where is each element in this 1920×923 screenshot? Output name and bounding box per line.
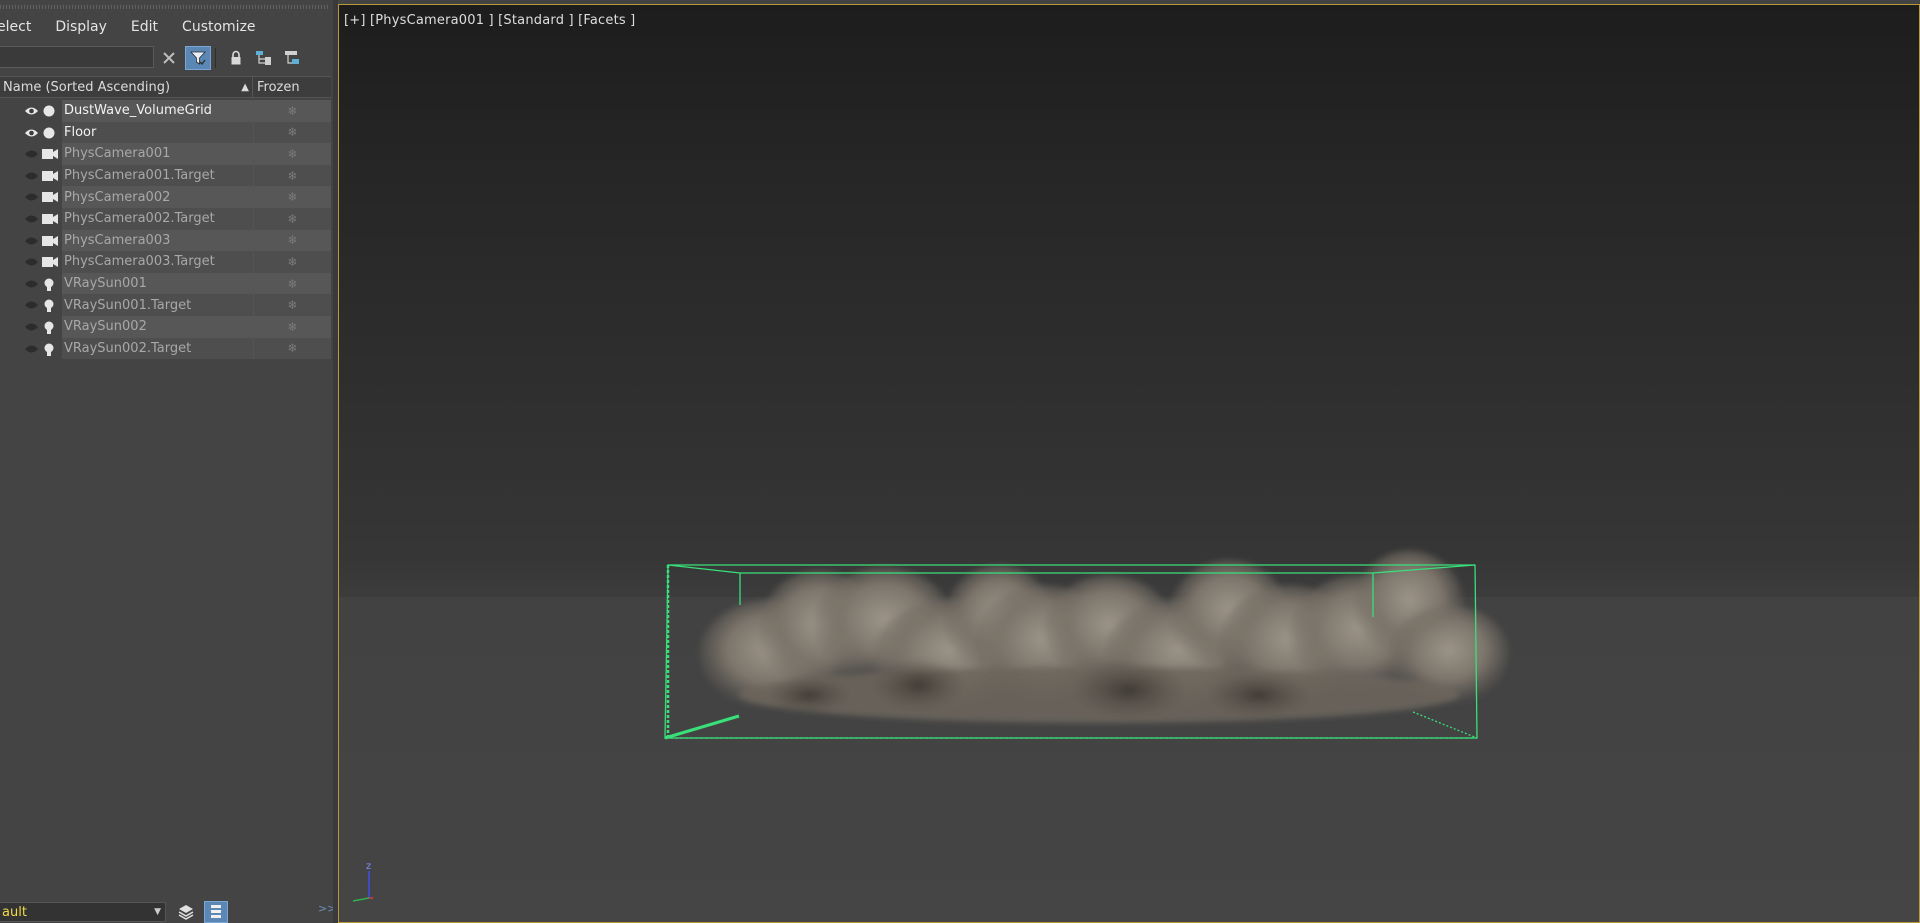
panel-drag-grip[interactable] bbox=[0, 5, 330, 9]
object-name[interactable]: DustWave_VolumeGrid bbox=[62, 100, 253, 122]
object-name[interactable]: VRaySun002.Target bbox=[62, 337, 253, 360]
hidden-eye-icon[interactable] bbox=[24, 148, 38, 158]
light-bulb-icon bbox=[41, 277, 57, 291]
object-row[interactable]: VRaySun001.Target ❄ bbox=[0, 294, 331, 316]
frozen-toggle-icon[interactable]: ❄ bbox=[253, 207, 331, 230]
chevron-down-icon: ▼ bbox=[154, 907, 161, 917]
close-icon bbox=[163, 52, 175, 64]
layers-icon bbox=[178, 905, 194, 920]
object-row[interactable]: PhysCamera001 ❄ bbox=[0, 143, 331, 165]
object-name[interactable]: VRaySun002 bbox=[62, 315, 253, 338]
object-row[interactable]: VRaySun002 ❄ bbox=[0, 315, 331, 338]
explorer-toolbar bbox=[0, 44, 333, 72]
object-name[interactable]: PhysCamera002 bbox=[62, 186, 253, 208]
object-name[interactable]: Floor bbox=[62, 121, 253, 144]
layer-tree-icon bbox=[285, 51, 299, 64]
lock-button[interactable] bbox=[223, 46, 249, 70]
hidden-eye-icon[interactable] bbox=[24, 256, 38, 266]
dust-volume-cloud bbox=[699, 550, 1509, 723]
menu-customize[interactable]: Customize bbox=[182, 19, 268, 35]
menu-edit[interactable]: Edit bbox=[131, 19, 182, 35]
frozen-toggle-icon[interactable]: ❄ bbox=[253, 121, 331, 144]
object-row[interactable]: PhysCamera003 ❄ bbox=[0, 229, 331, 252]
visibility-eye-icon[interactable] bbox=[24, 127, 38, 137]
camera-icon bbox=[41, 147, 58, 161]
filter-button[interactable] bbox=[185, 46, 211, 70]
object-name[interactable]: PhysCamera003.Target bbox=[62, 251, 253, 273]
object-row[interactable]: PhysCamera002.Target ❄ bbox=[0, 207, 331, 230]
name-column-header[interactable]: Name (Sorted Ascending) ▲ bbox=[0, 77, 253, 97]
hidden-eye-icon[interactable] bbox=[24, 191, 38, 201]
sphere-icon bbox=[41, 104, 57, 118]
hidden-eye-icon[interactable] bbox=[24, 343, 38, 353]
search-input[interactable] bbox=[0, 46, 154, 68]
menu-display[interactable]: Display bbox=[55, 19, 131, 35]
frozen-toggle-icon[interactable]: ❄ bbox=[253, 100, 331, 122]
object-name[interactable]: PhysCamera003 bbox=[62, 229, 253, 252]
object-name[interactable]: VRaySun001 bbox=[62, 272, 253, 295]
object-row[interactable]: PhysCamera003.Target ❄ bbox=[0, 251, 331, 273]
axis-z-label: z bbox=[366, 861, 371, 872]
hidden-eye-icon[interactable] bbox=[24, 299, 38, 309]
hidden-eye-icon[interactable] bbox=[24, 235, 38, 245]
frozen-toggle-icon[interactable]: ❄ bbox=[253, 186, 331, 208]
object-list: DustWave_VolumeGrid ❄ Floor ❄ PhysCamera001 ❄… bbox=[0, 100, 331, 360]
hierarchy-list-icon bbox=[211, 905, 221, 918]
sort-by-hierarchy-button[interactable] bbox=[204, 901, 228, 923]
light-bulb-icon bbox=[41, 298, 57, 313]
name-column-label: Name (Sorted Ascending) bbox=[3, 79, 171, 95]
layer-hierarchy-button[interactable] bbox=[279, 46, 305, 70]
column-header: Name (Sorted Ascending) ▲ Frozen bbox=[0, 76, 331, 98]
camera-icon bbox=[41, 234, 58, 248]
light-bulb-icon bbox=[41, 342, 57, 356]
axis-tripod-gizmo: z bbox=[352, 861, 373, 902]
frozen-toggle-icon[interactable]: ❄ bbox=[253, 229, 331, 252]
hidden-eye-icon[interactable] bbox=[24, 213, 38, 223]
hidden-eye-icon[interactable] bbox=[24, 170, 38, 180]
hidden-eye-icon[interactable] bbox=[24, 321, 38, 331]
camera-icon bbox=[41, 255, 58, 269]
visibility-eye-icon[interactable] bbox=[24, 105, 38, 115]
frozen-toggle-icon[interactable]: ❄ bbox=[253, 272, 331, 295]
object-name[interactable]: PhysCamera001.Target bbox=[62, 164, 253, 187]
frozen-toggle-icon[interactable]: ❄ bbox=[253, 294, 331, 316]
object-name[interactable]: PhysCamera001 bbox=[62, 143, 253, 165]
menu-select[interactable]: elect bbox=[0, 19, 55, 35]
camera-icon bbox=[41, 190, 58, 204]
object-row[interactable]: Floor ❄ bbox=[0, 121, 331, 144]
object-row[interactable]: PhysCamera001.Target ❄ bbox=[0, 164, 331, 187]
clear-search-button[interactable] bbox=[156, 46, 182, 70]
object-name[interactable]: PhysCamera002.Target bbox=[62, 207, 253, 230]
funnel-filter-icon bbox=[190, 51, 206, 65]
camera-icon bbox=[41, 169, 58, 183]
frozen-toggle-icon[interactable]: ❄ bbox=[253, 164, 331, 187]
object-row[interactable]: PhysCamera002 ❄ bbox=[0, 186, 331, 208]
sort-ascending-icon: ▲ bbox=[241, 81, 249, 93]
object-name[interactable]: VRaySun001.Target bbox=[62, 294, 253, 316]
light-bulb-icon bbox=[41, 320, 57, 334]
app-root: elect Display Edit Customize Name (Sorte… bbox=[0, 0, 1920, 923]
frozen-toggle-icon[interactable]: ❄ bbox=[253, 251, 331, 273]
frozen-toggle-icon[interactable]: ❄ bbox=[253, 315, 331, 338]
hierarchy-button[interactable] bbox=[251, 46, 277, 70]
viewport-scene: z bbox=[352, 550, 1509, 902]
object-row[interactable]: DustWave_VolumeGrid ❄ bbox=[0, 100, 331, 122]
scene-explorer-panel: elect Display Edit Customize Name (Sorte… bbox=[0, 0, 336, 923]
frozen-toggle-icon[interactable]: ❄ bbox=[253, 143, 331, 165]
hierarchy-tree-icon bbox=[256, 51, 271, 65]
frozen-column-header[interactable]: Frozen bbox=[253, 80, 300, 95]
object-row[interactable]: VRaySun001 ❄ bbox=[0, 272, 331, 295]
lock-icon bbox=[231, 50, 241, 65]
camera-icon bbox=[41, 212, 58, 226]
perspective-viewport[interactable]: [+] [PhysCamera001 ] [Standard ] [Facets… bbox=[338, 4, 1920, 923]
sort-by-layer-button[interactable] bbox=[174, 901, 198, 923]
hidden-eye-icon[interactable] bbox=[24, 278, 38, 288]
sphere-icon bbox=[41, 126, 57, 140]
layer-dropdown[interactable]: ault ▼ bbox=[0, 902, 166, 922]
explorer-menu-bar: elect Display Edit Customize bbox=[0, 14, 268, 40]
frozen-toggle-icon[interactable]: ❄ bbox=[253, 337, 331, 360]
object-row[interactable]: VRaySun002.Target ❄ bbox=[0, 337, 331, 360]
layer-dropdown-value: ault bbox=[2, 904, 27, 920]
explorer-bottom-bar: ault ▼ >> bbox=[0, 900, 336, 923]
